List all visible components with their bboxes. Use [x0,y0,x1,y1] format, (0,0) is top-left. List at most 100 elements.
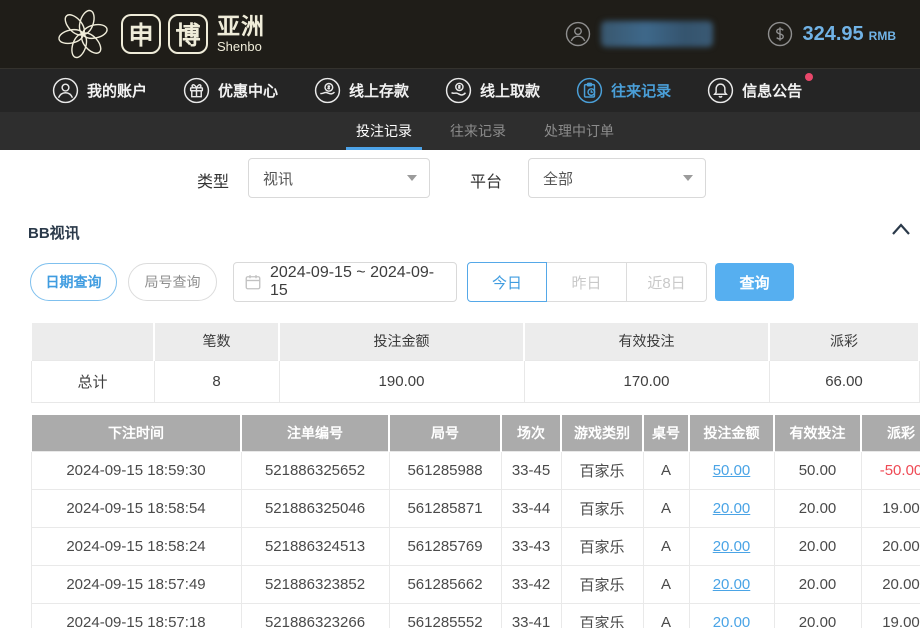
logo-char-bo: 博 [168,14,208,54]
nav-item-promotions[interactable]: 优惠中心 [183,77,278,104]
user-icon [52,77,79,104]
date-query-button[interactable]: 日期查询 [30,263,117,301]
quick-date-group: 今日 昨日 近8日 [467,262,707,302]
platform-select-value: 全部 [543,168,573,189]
col-game-type: 游戏类别 [561,415,643,451]
flower-logo-icon [52,6,114,62]
today-button[interactable]: 今日 [467,262,547,302]
cell-bet-time: 2024-09-15 18:58:54 [31,489,241,527]
cell-bet-time: 2024-09-15 18:59:30 [31,451,241,489]
col-bet-time: 下注时间 [31,415,241,451]
main-nav: 我的账户 优惠中心 线上存款 [0,68,920,112]
nav-label: 优惠中心 [218,80,278,101]
table-row: 2024-09-15 18:57:18 521886323266 5612855… [31,603,920,628]
cell-order-id: 521886325652 [241,451,389,489]
cell-bet-amount-link[interactable]: 50.00 [689,451,774,489]
cell-table-no: A [643,489,689,527]
chevron-down-icon [683,175,693,181]
cell-game-type: 百家乐 [561,603,643,628]
cell-bet-amount-link[interactable]: 20.00 [689,489,774,527]
col-valid-bet: 有效投注 [774,415,861,451]
records-clipboard-icon [576,77,603,104]
cell-session: 33-42 [501,565,561,603]
chevron-down-icon [407,175,417,181]
cell-bet-time: 2024-09-15 18:57:18 [31,603,241,628]
top-header: 申 博 亚洲 Shenbo 324.95 RMB [0,0,920,68]
cell-order-id: 521886325046 [241,489,389,527]
tab-transaction-records[interactable]: 往来记录 [446,112,510,150]
logo-region-text: 亚洲 [217,15,265,38]
col-order-id: 注单编号 [241,415,389,451]
logo-subtitle-text: Shenbo [217,40,265,53]
cell-game-type: 百家乐 [561,527,643,565]
table-row: 2024-09-15 18:57:49 521886323852 5612856… [31,565,920,603]
cell-valid-bet: 20.00 [774,565,861,603]
cell-game-type: 百家乐 [561,451,643,489]
table-row: 2024-09-15 18:58:54 521886325046 5612858… [31,489,920,527]
nav-label: 信息公告 [742,80,802,101]
cell-round-id: 561285552 [389,603,501,628]
search-button[interactable]: 查询 [715,263,794,301]
cell-order-id: 521886323266 [241,603,389,628]
records-table: 下注时间 注单编号 局号 场次 游戏类别 桌号 投注金额 有效投注 派彩 202… [30,415,920,628]
nav-item-transaction-records[interactable]: 往来记录 [576,77,671,104]
summary-header-payout: 派彩 [769,323,919,360]
cell-round-id: 561285662 [389,565,501,603]
table-row: 2024-09-15 18:58:24 521886324513 5612857… [31,527,920,565]
summary-count: 8 [154,360,279,402]
logo-char-shen: 申 [121,14,161,54]
col-round-id: 局号 [389,415,501,451]
cell-game-type: 百家乐 [561,489,643,527]
records-header-row: 下注时间 注单编号 局号 场次 游戏类别 桌号 投注金额 有效投注 派彩 [31,415,920,451]
nav-item-deposit[interactable]: 线上存款 [314,77,409,104]
balance-currency: RMB [869,29,896,43]
account-area: 324.95 RMB [565,0,897,68]
cell-valid-bet: 20.00 [774,489,861,527]
balance[interactable]: 324.95 RMB [767,21,897,47]
cell-bet-time: 2024-09-15 18:57:49 [31,565,241,603]
type-select[interactable]: 视讯 [248,158,430,198]
cell-session: 33-43 [501,527,561,565]
cell-table-no: A [643,451,689,489]
cell-bet-amount-link[interactable]: 20.00 [689,603,774,628]
cell-order-id: 521886323852 [241,565,389,603]
cell-payout: 19.00 [861,603,920,628]
summary-header-bet: 投注金额 [279,323,524,360]
platform-filter-label: 平台 [470,168,502,192]
date-range-input[interactable]: 2024-09-15 ~ 2024-09-15 [233,262,457,302]
col-payout: 派彩 [861,415,920,451]
col-session: 场次 [501,415,561,451]
yesterday-button[interactable]: 昨日 [547,262,627,302]
page: 申 博 亚洲 Shenbo 324.95 RMB [0,0,920,628]
round-query-button[interactable]: 局号查询 [128,263,217,301]
nav-item-my-account[interactable]: 我的账户 [52,77,147,104]
cell-order-id: 521886324513 [241,527,389,565]
last-8-days-button[interactable]: 近8日 [627,262,707,302]
calendar-icon [244,273,262,291]
nav-item-withdraw[interactable]: 线上取款 [445,77,540,104]
summary-header-blank [31,323,154,360]
table-row: 2024-09-15 18:59:30 521886325652 5612859… [31,451,920,489]
cell-bet-time: 2024-09-15 18:58:24 [31,527,241,565]
balance-amount: 324.95 [803,23,864,46]
user-avatar-icon[interactable] [565,21,591,47]
nav-item-announcements[interactable]: 信息公告 [707,77,802,104]
brand-logo[interactable]: 申 博 亚洲 Shenbo [52,6,265,62]
nav-label: 我的账户 [87,80,147,101]
logo-wordmark: 亚洲 Shenbo [217,15,265,53]
summary-header-count: 笔数 [154,323,279,360]
summary-payout: 66.00 [769,360,919,402]
cell-bet-amount-link[interactable]: 20.00 [689,565,774,603]
cell-bet-amount-link[interactable]: 20.00 [689,527,774,565]
tab-bet-records[interactable]: 投注记录 [352,112,416,150]
redacted-username [601,21,713,47]
cell-valid-bet: 50.00 [774,451,861,489]
collapse-chevron-up-icon[interactable] [890,220,912,240]
cell-round-id: 561285988 [389,451,501,489]
withdraw-coin-icon [445,77,472,104]
cell-payout: -50.00 [861,451,920,489]
cell-payout: 20.00 [861,527,920,565]
cell-valid-bet: 20.00 [774,603,861,628]
tab-pending-orders[interactable]: 处理中订单 [540,112,618,150]
platform-select[interactable]: 全部 [528,158,706,198]
